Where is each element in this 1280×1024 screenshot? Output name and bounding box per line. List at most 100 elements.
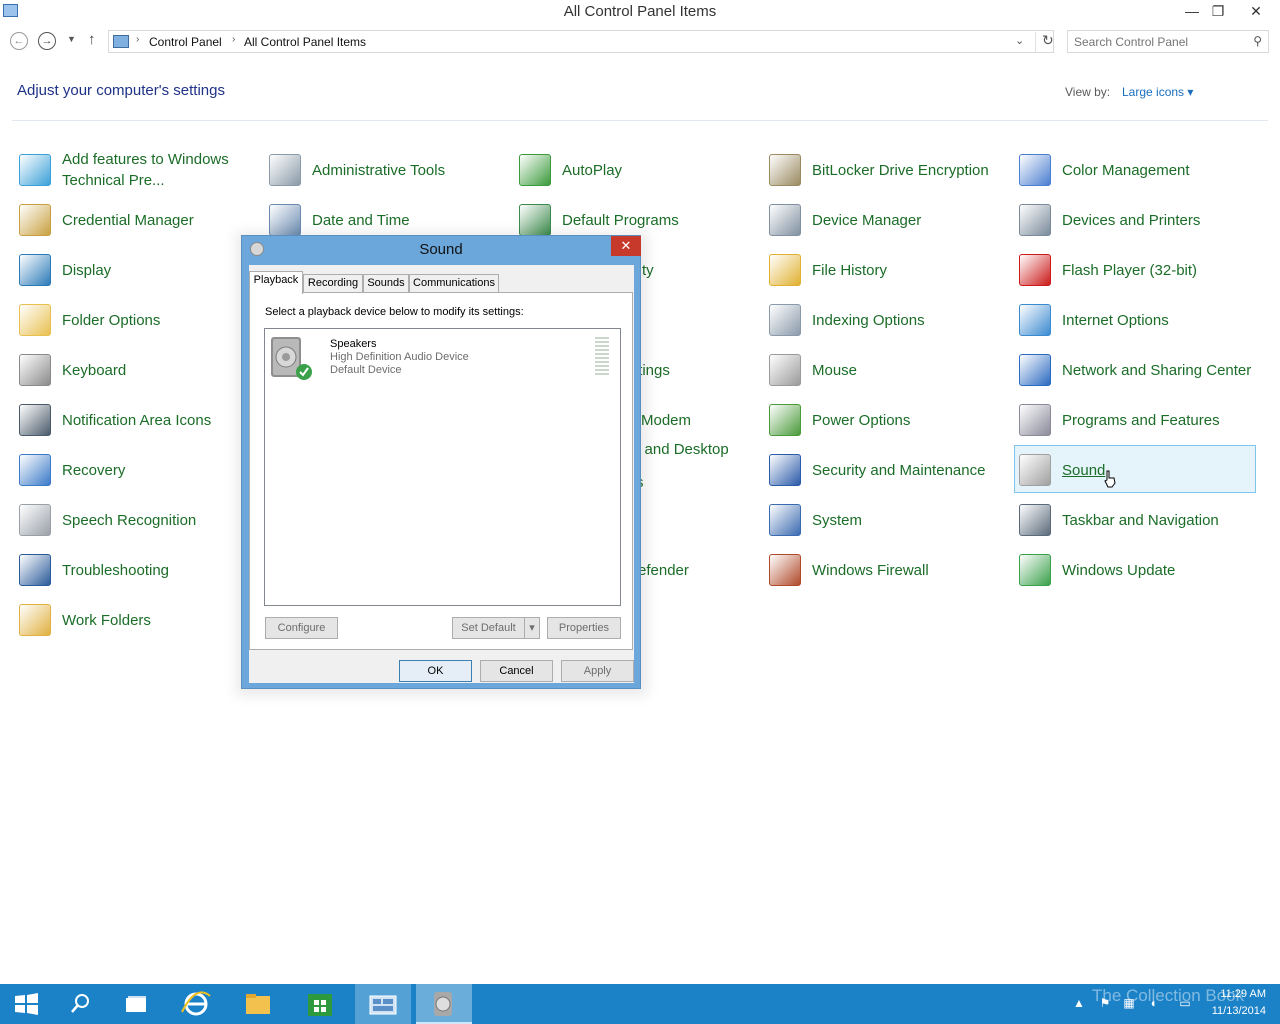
configure-button[interactable]: Configure	[265, 617, 338, 639]
control-panel-item-speech-recognition[interactable]: Speech Recognition	[15, 496, 257, 544]
control-panel-item-system[interactable]: System	[765, 496, 1007, 544]
recent-locations-button[interactable]: ▼	[67, 34, 76, 44]
control-panel-item-label[interactable]: Devices and Printers	[1062, 196, 1252, 244]
control-panel-item-label[interactable]: Device Manager	[812, 196, 1002, 244]
control-panel-item-label[interactable]: System	[812, 496, 1002, 544]
task-view-button[interactable]	[108, 984, 164, 1024]
tab-sounds[interactable]: Sounds	[363, 274, 409, 293]
search-icon[interactable]: ⚲	[1253, 34, 1262, 48]
control-panel-item-sound[interactable]: Sound	[1014, 445, 1256, 493]
search-button[interactable]	[52, 984, 108, 1024]
device-list[interactable]: Speakers High Definition Audio Device De…	[264, 328, 621, 606]
control-panel-item-label[interactable]: Windows Update	[1062, 546, 1252, 594]
dialog-close-button[interactable]: ✕	[611, 236, 641, 256]
set-default-button[interactable]: Set Default	[452, 617, 524, 639]
breadcrumb-separator[interactable]: ›	[136, 34, 139, 45]
partial-item-label[interactable]: efender	[638, 546, 828, 594]
control-panel-item-network-and-sharing-center[interactable]: Network and Sharing Center	[1015, 346, 1257, 394]
control-panel-item-label[interactable]: Administrative Tools	[312, 146, 502, 194]
ok-button[interactable]: OK	[399, 660, 472, 682]
control-panel-item-device-manager[interactable]: Device Manager	[765, 196, 1007, 244]
tab-communications[interactable]: Communications	[409, 274, 499, 293]
control-panel-item-label[interactable]: Security and Maintenance	[812, 446, 1002, 494]
back-button[interactable]: ←	[10, 32, 28, 50]
control-panel-item-label[interactable]: Folder Options	[62, 296, 252, 344]
control-panel-item-bitlocker-drive-encryption[interactable]: BitLocker Drive Encryption	[765, 146, 1007, 194]
partial-item-label[interactable]: p and Desktop	[632, 436, 750, 462]
volume-icon[interactable]: ◖	[1146, 996, 1160, 1010]
clock-date[interactable]: 11/13/2014	[1206, 1005, 1266, 1017]
breadcrumb-control-panel[interactable]: Control Panel	[149, 35, 222, 49]
control-panel-item-display[interactable]: Display	[15, 246, 257, 294]
set-default-dropdown-icon[interactable]: ▾	[524, 617, 540, 639]
partial-item-label[interactable]: p	[632, 296, 822, 344]
control-panel-item-label[interactable]: Troubleshooting	[62, 546, 252, 594]
action-center-flag-icon[interactable]: ⚑	[1098, 996, 1112, 1010]
control-panel-item-taskbar-and-navigation[interactable]: Taskbar and Navigation	[1015, 496, 1257, 544]
view-by-dropdown[interactable]: Large icons ▾	[1122, 85, 1193, 99]
control-panel-item-label[interactable]: Display	[62, 246, 252, 294]
control-panel-item-label[interactable]: BitLocker Drive Encryption	[812, 146, 1002, 194]
partial-item[interactable]: efender	[636, 546, 746, 594]
show-hidden-icons-button[interactable]: ▲	[1072, 996, 1086, 1010]
control-panel-item-administrative-tools[interactable]: Administrative Tools	[265, 146, 507, 194]
control-panel-item-keyboard[interactable]: Keyboard	[15, 346, 257, 394]
control-panel-item-security-and-maintenance[interactable]: Security and Maintenance	[765, 446, 1007, 494]
control-panel-item-color-management[interactable]: Color Management	[1015, 146, 1257, 194]
partial-item-label[interactable]: ttings	[634, 346, 824, 394]
maximize-button[interactable]: ❐	[1204, 0, 1232, 22]
tab-playback[interactable]: Playback	[249, 271, 303, 294]
control-panel-item-autoplay[interactable]: AutoPlay	[515, 146, 757, 194]
control-panel-item-label[interactable]: Windows Firewall	[812, 546, 1002, 594]
control-panel-item-label[interactable]: Flash Player (32-bit)	[1062, 246, 1252, 294]
search-input[interactable]	[1074, 34, 1244, 50]
control-panel-item-label[interactable]: Work Folders	[62, 596, 252, 644]
start-button[interactable]	[0, 984, 56, 1024]
control-panel-item-label[interactable]: Color Management	[1062, 146, 1252, 194]
control-panel-item-label[interactable]: Recovery	[62, 446, 252, 494]
control-panel-item-label[interactable]: Add features to Windows Technical Pre...	[62, 146, 252, 194]
partial-item[interactable]: ttings	[632, 346, 742, 394]
control-panel-item-label[interactable]: Sound	[1062, 446, 1252, 494]
control-panel-item-label[interactable]: Internet Options	[1062, 296, 1252, 344]
apply-button[interactable]: Apply	[561, 660, 634, 682]
close-button[interactable]: ✕	[1232, 0, 1280, 22]
control-panel-item-label[interactable]: File History	[812, 246, 1002, 294]
control-panel-item-windows-update[interactable]: Windows Update	[1015, 546, 1257, 594]
address-bar[interactable]: › Control Panel › All Control Panel Item…	[108, 30, 1054, 53]
control-panel-item-label[interactable]: Indexing Options	[812, 296, 1002, 344]
control-panel-item-label[interactable]: Network and Sharing Center	[1062, 346, 1252, 394]
store-button[interactable]	[292, 984, 348, 1024]
control-panel-item-work-folders[interactable]: Work Folders	[15, 596, 257, 644]
control-panel-item-recovery[interactable]: Recovery	[15, 446, 257, 494]
control-panel-item-flash-player-32-bit[interactable]: Flash Player (32-bit)	[1015, 246, 1257, 294]
address-dropdown-icon[interactable]: ⌄	[1015, 34, 1024, 47]
refresh-icon[interactable]: ↻	[1035, 32, 1054, 52]
internet-explorer-button[interactable]	[168, 984, 224, 1024]
cancel-button[interactable]: Cancel	[480, 660, 553, 682]
partial-item[interactable]: ty	[640, 246, 750, 294]
device-item-speakers[interactable]: Speakers High Definition Audio Device De…	[265, 329, 620, 387]
control-panel-item-label[interactable]: Keyboard	[62, 346, 252, 394]
control-panel-item-troubleshooting[interactable]: Troubleshooting	[15, 546, 257, 594]
control-panel-item-credential-manager[interactable]: Credential Manager	[15, 196, 257, 244]
control-panel-item-label[interactable]: Mouse	[812, 346, 1002, 394]
control-panel-item-label[interactable]: Programs and Features	[1062, 396, 1252, 444]
control-panel-item-label[interactable]: Speech Recognition	[62, 496, 252, 544]
network-icon[interactable]: ▦	[1122, 996, 1136, 1010]
partial-item-label[interactable]: ty	[642, 246, 832, 294]
partial-item[interactable]: p and Desktop	[630, 436, 750, 462]
control-panel-item-label[interactable]: Power Options	[812, 396, 1002, 444]
control-panel-item-add-features-to-windows-technical-pre[interactable]: Add features to Windows Technical Pre...	[15, 146, 257, 194]
control-panel-item-internet-options[interactable]: Internet Options	[1015, 296, 1257, 344]
control-panel-item-label[interactable]: Taskbar and Navigation	[1062, 496, 1252, 544]
control-panel-item-programs-and-features[interactable]: Programs and Features	[1015, 396, 1257, 444]
control-panel-taskbar-button[interactable]	[355, 984, 411, 1024]
search-box[interactable]: ⚲	[1067, 30, 1269, 53]
breadcrumb-separator[interactable]: ›	[232, 34, 235, 45]
up-button[interactable]: ↑	[88, 31, 96, 48]
properties-button[interactable]: Properties	[547, 617, 621, 639]
keyboard-tray-icon[interactable]: ▭	[1178, 996, 1192, 1010]
control-panel-item-label[interactable]: Notification Area Icons	[62, 396, 252, 444]
sound-taskbar-button[interactable]	[416, 984, 472, 1024]
